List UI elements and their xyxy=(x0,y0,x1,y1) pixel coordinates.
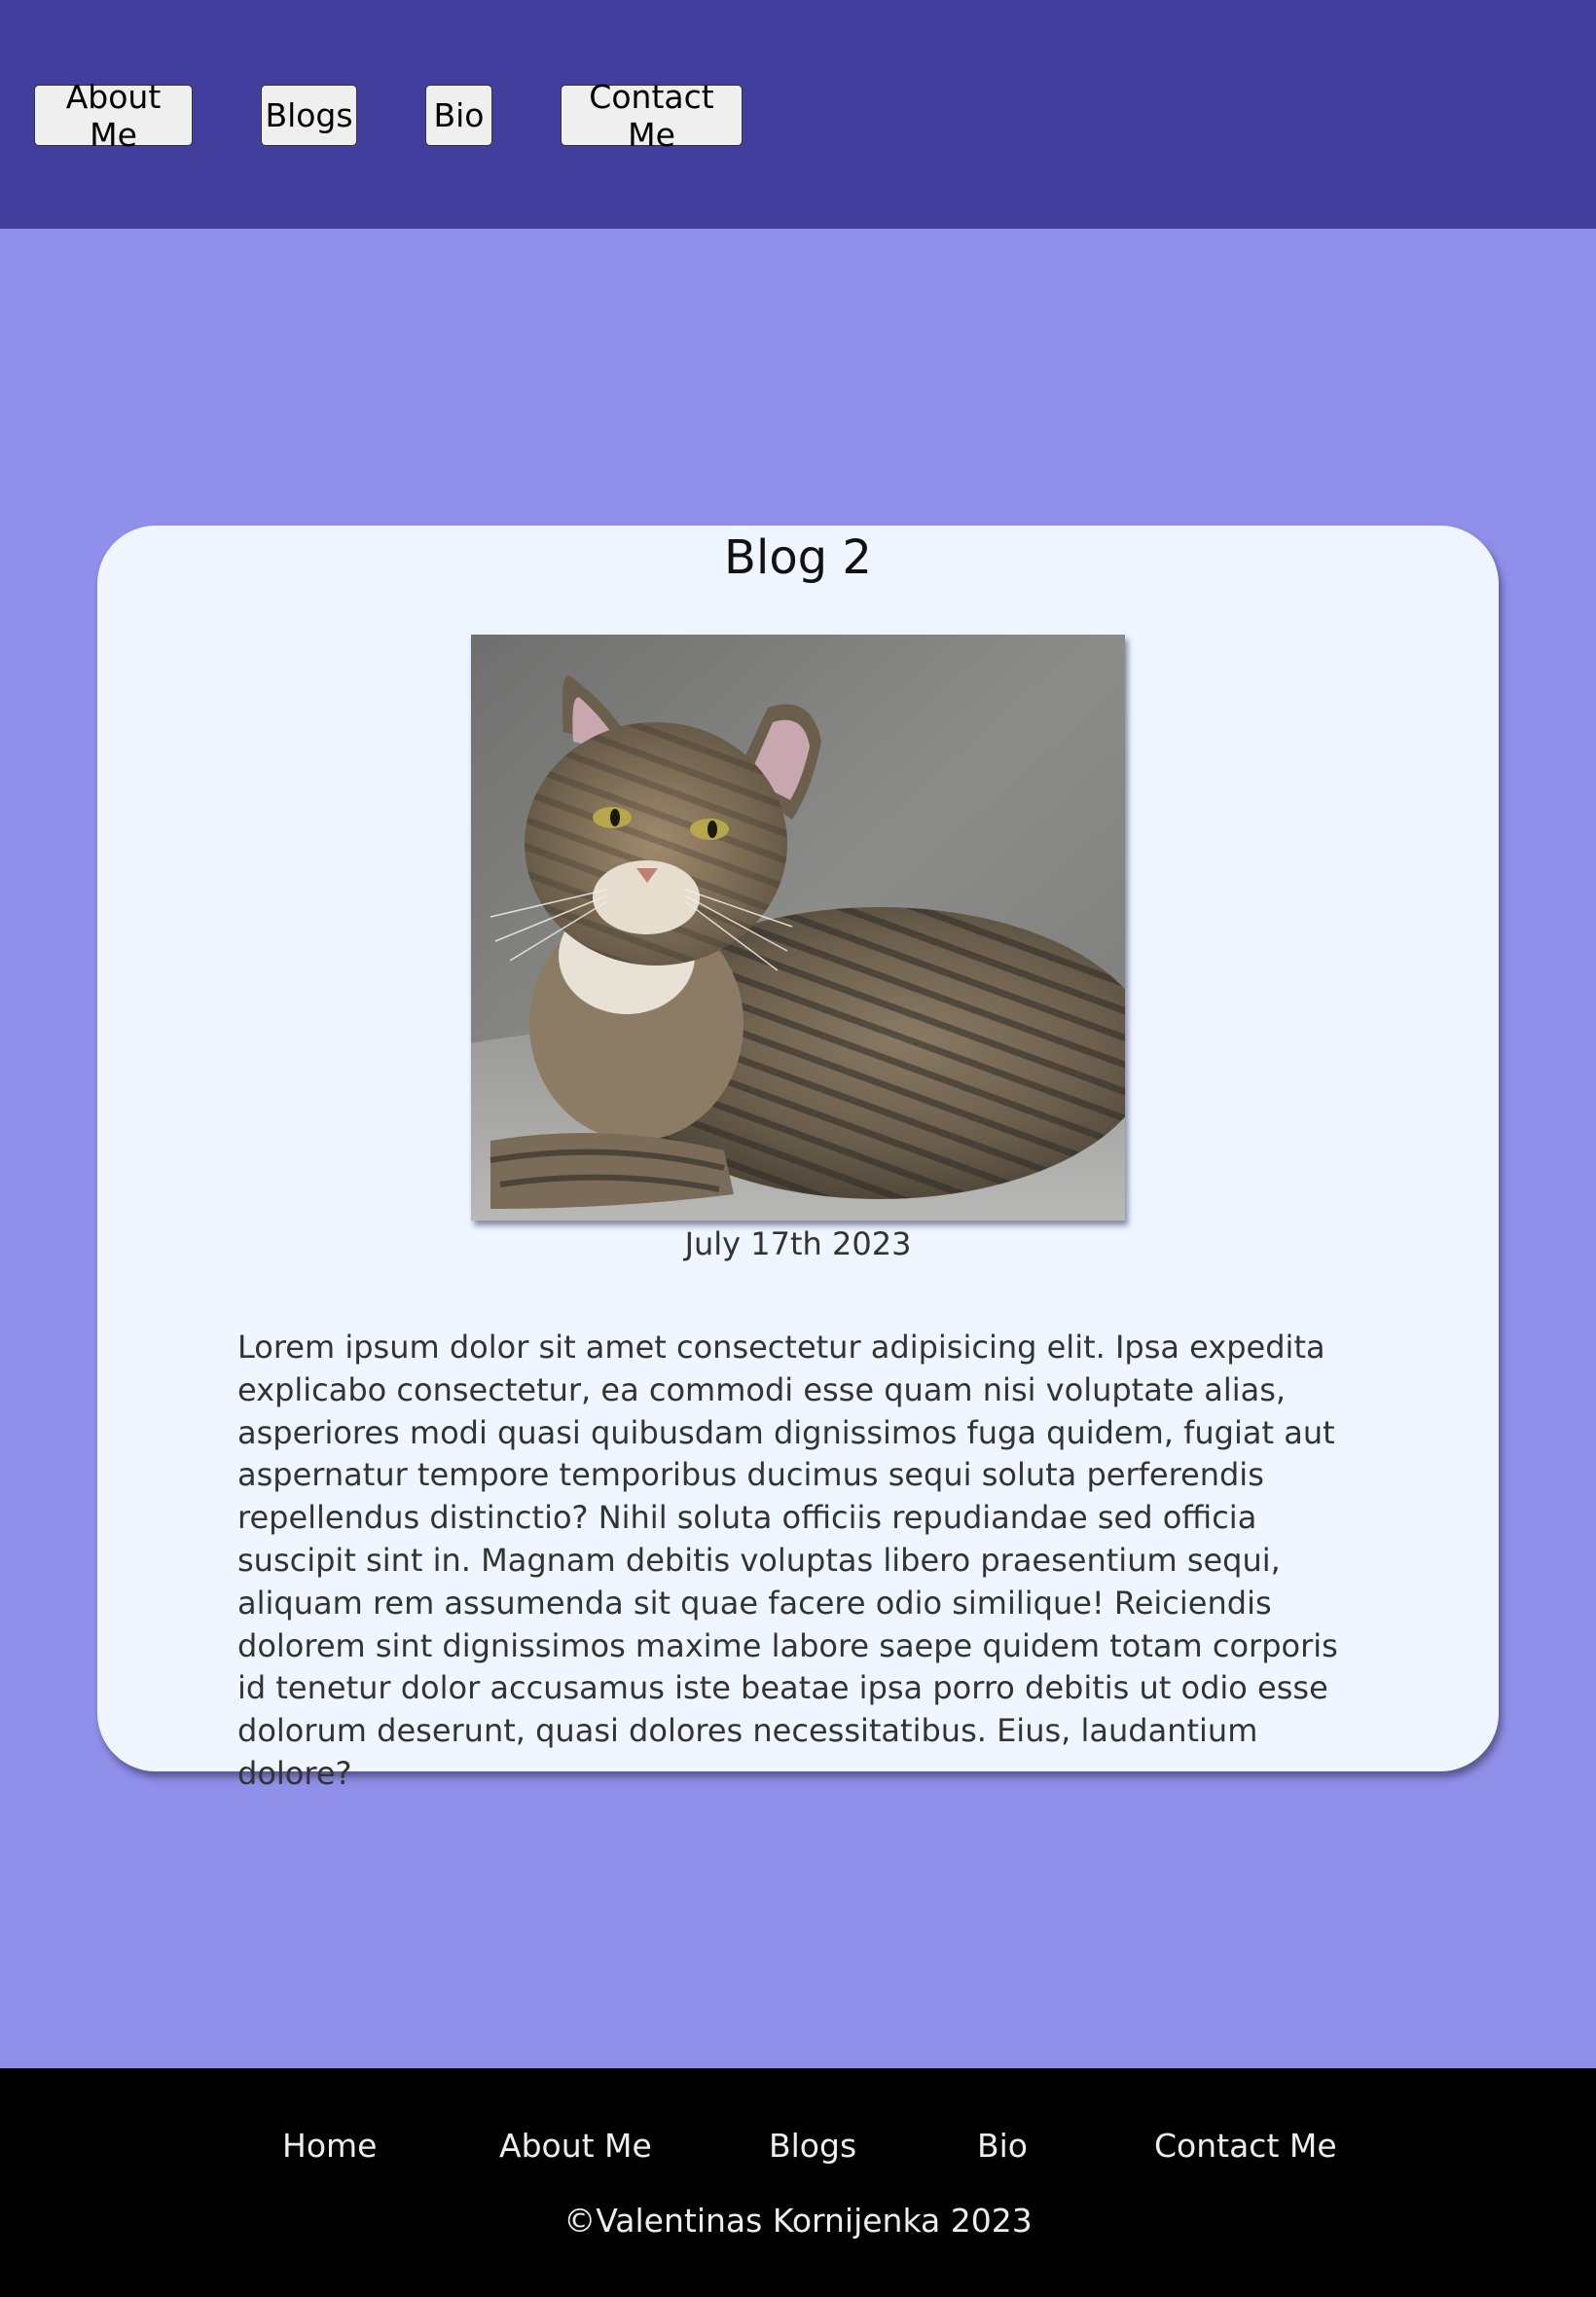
nav-button-blogs[interactable]: Blogs xyxy=(261,85,357,146)
blog-photo xyxy=(471,635,1125,1221)
nav-button-contact-me[interactable]: Contact Me xyxy=(561,78,743,154)
blog-date: July 17th 2023 xyxy=(684,1225,912,1262)
footer-link-contact-me[interactable]: Contact Me xyxy=(1154,2122,1337,2170)
nav-button-about-me[interactable]: About Me xyxy=(34,78,193,154)
top-navigation-bar xyxy=(0,0,1596,229)
footer-link-bio[interactable]: Bio xyxy=(977,2122,1028,2170)
blog-title: Blog 2 xyxy=(724,530,872,585)
footer-link-about-me[interactable]: About Me xyxy=(499,2122,652,2170)
copyright-text: ©Valentinas Kornijenka 2023 xyxy=(563,2202,1033,2240)
nav-button-bio[interactable]: Bio xyxy=(425,85,492,146)
footer-link-blogs[interactable]: Blogs xyxy=(769,2122,856,2170)
footer xyxy=(0,2068,1596,2297)
footer-link-home[interactable]: Home xyxy=(282,2122,377,2170)
blog-body-text: Lorem ipsum dolor sit amet consectetur a… xyxy=(237,1329,1338,1792)
